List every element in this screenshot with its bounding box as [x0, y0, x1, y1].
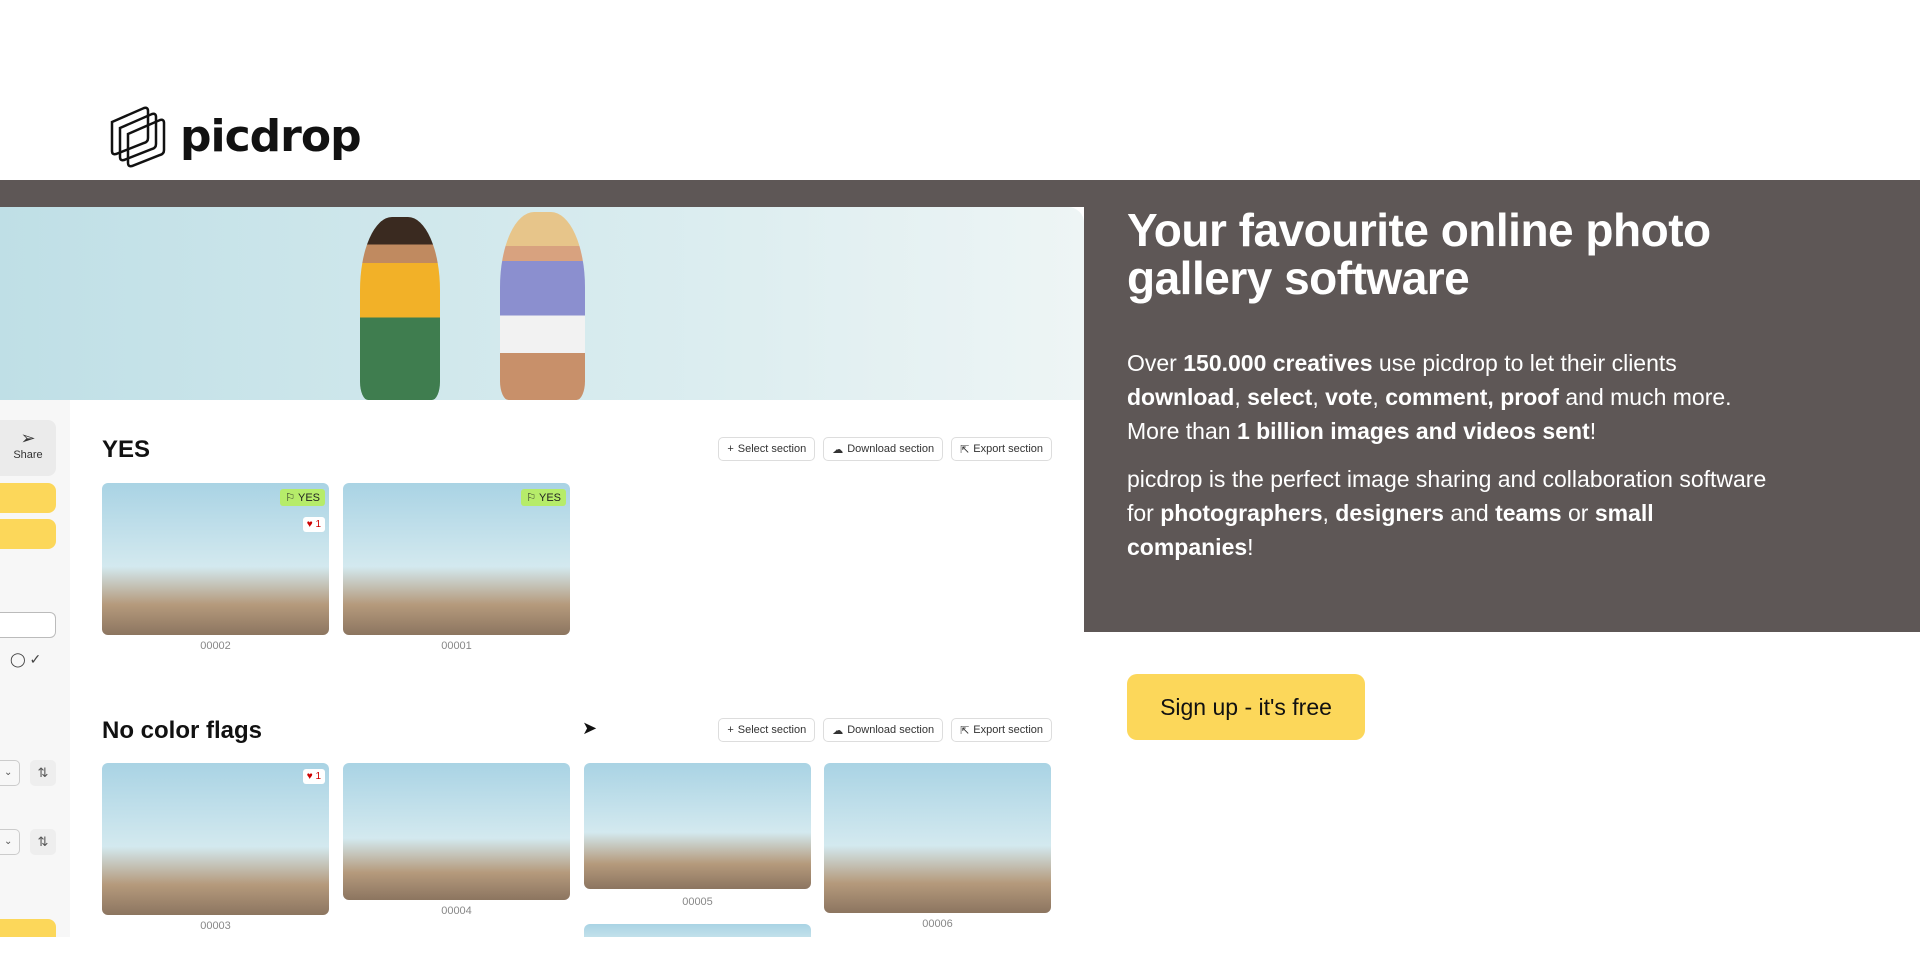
plus-icon: +	[727, 443, 734, 455]
emphasis-text: download	[1127, 384, 1235, 410]
body-text: and	[1443, 500, 1496, 526]
body-text: !	[1589, 418, 1597, 444]
select-section-button[interactable]: + Select section	[718, 718, 816, 742]
share-button[interactable]: ➢ Share	[0, 420, 56, 476]
image-thumbnail[interactable]: ⚐ YES	[343, 483, 570, 635]
hero-text-panel: Your favourite online photo gallery soft…	[1084, 180, 1920, 632]
app-sidebar	[0, 400, 70, 937]
cloud-download-icon: ☁	[832, 724, 844, 737]
image-label: 00004	[441, 905, 472, 917]
body-text: or	[1561, 500, 1595, 526]
body-text: ,	[1234, 384, 1248, 410]
body-text: ,	[1322, 500, 1336, 526]
download-section-button[interactable]: ☁ Download section	[823, 437, 944, 461]
image-thumbnail[interactable]	[584, 763, 811, 889]
sidebar-yellow-button[interactable]	[0, 919, 56, 937]
sort-select[interactable]: ⌄	[0, 760, 20, 786]
flag-badge: ⚐ YES	[280, 489, 325, 506]
body-text: ,	[1312, 384, 1326, 410]
image-label: 00002	[200, 640, 231, 652]
section-title: YES	[102, 436, 151, 463]
flag-badge: ⚐ YES	[521, 489, 566, 506]
select-section-button[interactable]: + Select section	[718, 437, 816, 461]
sidebar-input[interactable]	[0, 612, 56, 638]
image-label: 00003	[200, 920, 231, 932]
sidebar-yellow-button[interactable]	[0, 483, 56, 513]
image-label: 00005	[682, 896, 713, 908]
like-badge: ♥ 1	[302, 769, 325, 784]
sort-order-icon[interactable]: ⇅	[30, 829, 56, 855]
export-icon: ⇱	[960, 443, 970, 456]
hero-paragraph-2: picdrop is the perfect image sharing and…	[1127, 462, 1767, 564]
image-thumbnail[interactable]	[343, 763, 570, 900]
plus-icon: +	[727, 724, 734, 736]
cloud-download-icon: ☁	[832, 443, 844, 456]
share-label: Share	[13, 449, 43, 461]
emphasis-text: select	[1247, 384, 1313, 410]
export-section-button[interactable]: ⇱ Export section	[951, 437, 1052, 461]
body-text: use picdrop to let their clients	[1372, 350, 1677, 376]
emphasis-text: teams	[1495, 500, 1562, 526]
body-text: ,	[1372, 384, 1386, 410]
image-thumbnail[interactable]	[584, 924, 811, 937]
export-section-button[interactable]: ⇱ Export section	[951, 718, 1052, 742]
sort-select[interactable]: ⌄	[0, 829, 20, 855]
emphasis-text: photographers	[1160, 500, 1323, 526]
image-thumbnail[interactable]	[824, 763, 1051, 913]
image-thumbnail[interactable]: ♥ 1	[102, 763, 329, 915]
hero-paragraph-1: Over 150.000 creatives use picdrop to le…	[1127, 346, 1767, 448]
body-text: !	[1247, 534, 1254, 560]
emphasis-text: 150.000 creatives	[1183, 350, 1373, 376]
body-text: Over	[1127, 350, 1184, 376]
emphasis-text: comment, proof	[1385, 384, 1559, 410]
logo-text: picdrop	[180, 110, 362, 162]
hero-photo	[0, 207, 1084, 400]
picdrop-logo[interactable]: picdrop	[108, 102, 362, 170]
emphasis-text: vote	[1325, 384, 1373, 410]
picdrop-logo-icon	[110, 106, 166, 168]
export-icon: ⇱	[960, 724, 970, 737]
mouse-cursor-icon: ➤	[582, 718, 598, 738]
emphasis-text: 1 billion images and videos sent	[1236, 418, 1590, 444]
signup-button[interactable]: Sign up - it's free	[1127, 674, 1365, 740]
send-icon: ➢	[20, 428, 36, 448]
hero-title: Your favourite online photo gallery soft…	[1127, 204, 1711, 304]
image-label: 00001	[441, 640, 472, 652]
comment-check-icons[interactable]: ◯ ✓	[10, 651, 41, 668]
app-preview-screenshot: ➢ Share ◯ ✓ ⌄ ⇅ ⌄ ⇅ YES + Select section …	[0, 207, 1084, 937]
gallery-content: YES + Select section ☁ Download section ⇱ E…	[70, 400, 1084, 937]
sidebar-yellow-button[interactable]	[0, 519, 56, 549]
like-badge: ♥ 1	[302, 517, 325, 532]
download-section-button[interactable]: ☁ Download section	[823, 718, 944, 742]
image-label: 00006	[922, 918, 953, 930]
image-thumbnail[interactable]: ⚐ YES ♥ 1	[102, 483, 329, 635]
section-title: No color flags	[102, 717, 263, 744]
sort-order-icon[interactable]: ⇅	[30, 760, 56, 786]
emphasis-text: designers	[1335, 500, 1444, 526]
